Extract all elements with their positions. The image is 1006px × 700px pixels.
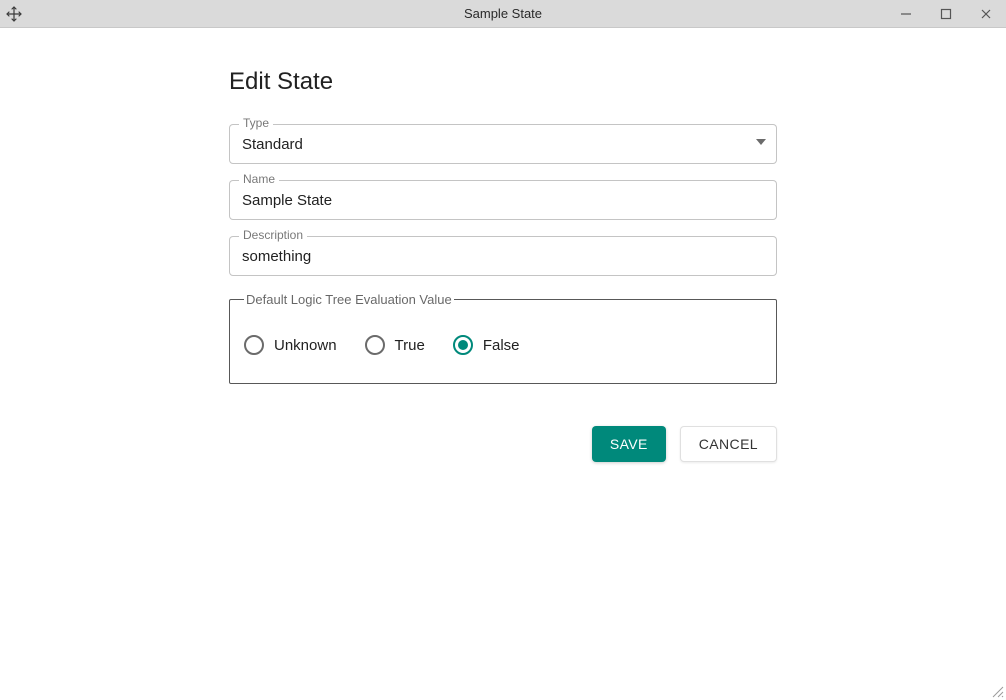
type-field: Type Standard	[229, 124, 777, 164]
close-button[interactable]	[966, 0, 1006, 27]
description-label: Description	[239, 229, 307, 241]
radio-true-label: True	[395, 337, 425, 354]
description-input[interactable]	[242, 237, 764, 275]
description-field: Description	[229, 236, 777, 276]
move-handle-icon[interactable]	[0, 0, 28, 28]
radio-unknown[interactable]: Unknown	[244, 335, 337, 355]
default-evaluation-group: Default Logic Tree Evaluation Value Unkn…	[229, 292, 777, 384]
actions: SAVE CANCEL	[229, 426, 777, 462]
radio-icon	[365, 335, 385, 355]
type-label: Type	[239, 117, 273, 129]
resize-grip-icon[interactable]	[990, 684, 1004, 698]
type-select[interactable]: Standard	[229, 124, 777, 164]
cancel-button[interactable]: CANCEL	[680, 426, 777, 462]
name-field: Name	[229, 180, 777, 220]
page-title: Edit State	[229, 68, 777, 96]
radio-unknown-label: Unknown	[274, 337, 337, 354]
titlebar: Sample State	[0, 0, 1006, 28]
window-controls	[886, 0, 1006, 27]
content: Edit State Type Standard Name Descriptio…	[0, 28, 1006, 462]
radio-row: Unknown True False	[244, 335, 762, 355]
group-legend: Default Logic Tree Evaluation Value	[244, 292, 454, 307]
name-input[interactable]	[242, 181, 764, 219]
type-value: Standard	[242, 136, 303, 153]
radio-icon	[453, 335, 473, 355]
name-label: Name	[239, 173, 279, 185]
maximize-button[interactable]	[926, 0, 966, 27]
minimize-button[interactable]	[886, 0, 926, 27]
chevron-down-icon	[755, 135, 767, 153]
radio-false-label: False	[483, 337, 520, 354]
save-button[interactable]: SAVE	[592, 426, 666, 462]
radio-false[interactable]: False	[453, 335, 520, 355]
radio-true[interactable]: True	[365, 335, 425, 355]
window-title: Sample State	[0, 6, 1006, 21]
edit-state-form: Edit State Type Standard Name Descriptio…	[229, 68, 777, 462]
radio-icon	[244, 335, 264, 355]
